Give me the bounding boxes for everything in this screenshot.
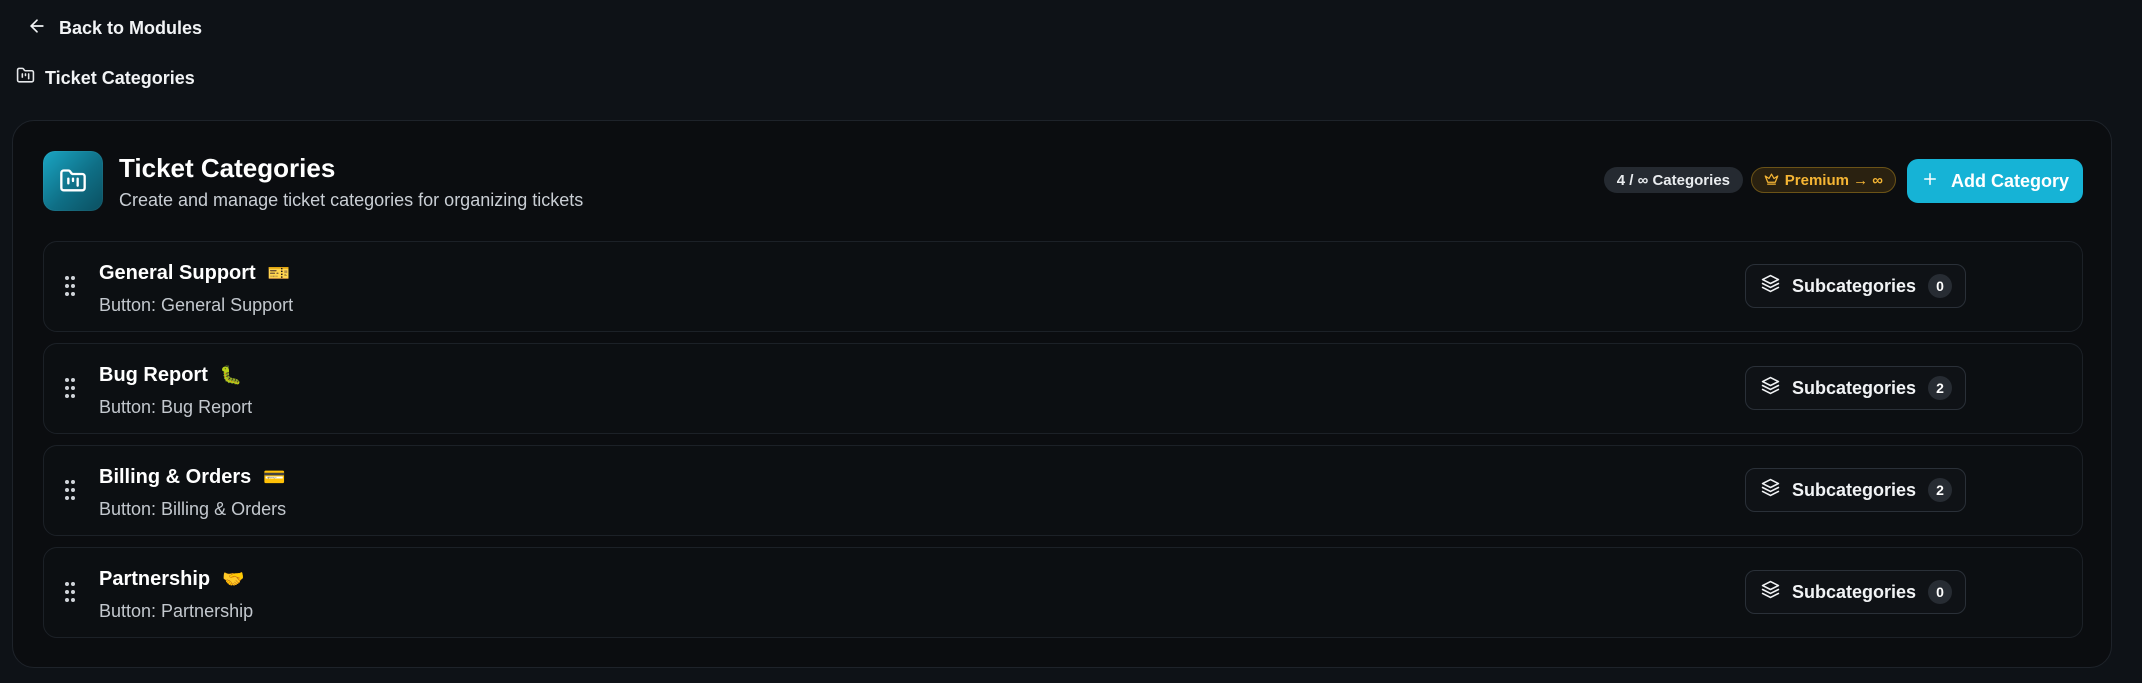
- category-button-label: Button: General Support: [99, 295, 294, 315]
- page-title: Ticket Categories: [119, 153, 336, 183]
- page-subtitle: Create and manage ticket categories for …: [119, 190, 584, 210]
- credit-card-emoji-icon: 💳: [263, 466, 286, 488]
- subcategory-count-badge: 0: [1928, 274, 1953, 298]
- category-list: General Support 🎫 Button: General Suppor…: [43, 241, 2083, 649]
- layers-icon: [1761, 274, 1780, 298]
- folder-kanban-icon: [16, 66, 35, 90]
- premium-badge-label: Premium → ∞: [1784, 171, 1883, 189]
- subcategory-count-badge: 0: [1928, 580, 1953, 604]
- layers-icon: [1761, 580, 1780, 604]
- subcategories-label: Subcategories: [1792, 377, 1917, 398]
- arrow-left-icon: [27, 16, 47, 41]
- crown-icon: [1764, 171, 1779, 190]
- grip-vertical-icon[interactable]: [64, 275, 76, 297]
- bug-emoji-icon: 🐛: [219, 364, 243, 386]
- breadcrumb: Ticket Categories: [16, 64, 195, 92]
- subcategories-button[interactable]: Subcategories 0: [1745, 264, 1966, 308]
- subcategories-button[interactable]: Subcategories 2: [1745, 366, 1966, 410]
- back-link-label: Back to Modules: [59, 17, 203, 38]
- ticket-emoji-icon: 🎫: [267, 262, 291, 284]
- layers-icon: [1761, 478, 1780, 502]
- add-category-label: Add Category: [1950, 170, 2069, 191]
- grip-vertical-icon[interactable]: [64, 377, 76, 399]
- ticket-categories-card: Ticket Categories Create and manage tick…: [12, 120, 2112, 668]
- breadcrumb-label: Ticket Categories: [45, 67, 195, 88]
- grip-vertical-icon[interactable]: [64, 479, 76, 501]
- category-row: General Support 🎫 Button: General Suppor…: [43, 241, 2083, 332]
- handshake-emoji-icon: 🤝: [222, 568, 245, 590]
- category-title: Bug Report 🐛: [99, 364, 242, 387]
- card-header: Ticket Categories Create and manage tick…: [43, 151, 2083, 213]
- category-button-label: Button: Billing & Orders: [99, 499, 287, 519]
- category-button-label: Button: Bug Report: [99, 397, 253, 417]
- subcategories-label: Subcategories: [1792, 479, 1917, 500]
- subcategories-button[interactable]: Subcategories 0: [1745, 570, 1966, 614]
- category-name: Partnership: [99, 568, 211, 590]
- back-to-modules-link[interactable]: Back to Modules: [27, 14, 202, 42]
- subcategories-button[interactable]: Subcategories 2: [1745, 468, 1966, 512]
- grip-vertical-icon[interactable]: [64, 581, 76, 603]
- category-row: Partnership 🤝 Button: Partnership Subcat…: [43, 547, 2083, 638]
- category-count-badge: 4 / ∞ Categories: [1603, 167, 1743, 193]
- category-title: General Support 🎫: [99, 262, 290, 285]
- subcategories-label: Subcategories: [1792, 581, 1917, 602]
- category-button-label: Button: Partnership: [99, 601, 254, 621]
- category-title: Partnership 🤝: [99, 568, 245, 591]
- subcategories-label: Subcategories: [1792, 275, 1917, 296]
- subcategory-count-badge: 2: [1928, 478, 1953, 502]
- category-row: Bug Report 🐛 Button: Bug Report Subcateg…: [43, 343, 2083, 434]
- folder-kanban-icon: [43, 151, 103, 211]
- category-name: General Support: [99, 262, 256, 284]
- layers-icon: [1761, 376, 1780, 400]
- premium-badge: Premium → ∞: [1750, 167, 1896, 193]
- plus-icon: [1921, 170, 1939, 193]
- category-title: Billing & Orders 💳: [99, 466, 286, 489]
- add-category-button[interactable]: Add Category: [1907, 159, 2083, 203]
- category-name: Billing & Orders: [99, 466, 252, 488]
- subcategory-count-badge: 2: [1928, 376, 1953, 400]
- category-name: Bug Report: [99, 364, 208, 386]
- category-row: Billing & Orders 💳 Button: Billing & Ord…: [43, 445, 2083, 536]
